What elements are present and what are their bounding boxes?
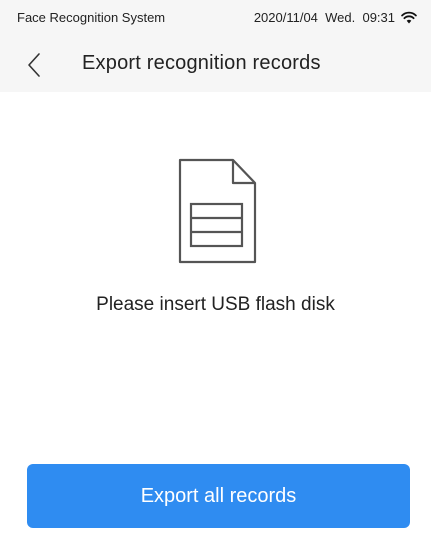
back-button[interactable] (20, 48, 50, 82)
header: Export recognition records (0, 38, 431, 92)
status-bar: Face Recognition System 2020/11/04 Wed. … (0, 0, 431, 38)
usb-message: Please insert USB flash disk (96, 294, 335, 315)
document-icon (177, 158, 257, 264)
status-datetime: 2020/11/04 Wed. 09:31 (253, 10, 395, 25)
export-all-button[interactable]: Export all records (27, 464, 410, 528)
page-title: Export recognition records (82, 52, 321, 74)
chevron-left-icon (28, 53, 40, 77)
status-app-name: Face Recognition System (17, 10, 166, 25)
wifi-icon (401, 11, 417, 24)
status-right: 2020/11/04 Wed. 09:31 (254, 10, 417, 25)
